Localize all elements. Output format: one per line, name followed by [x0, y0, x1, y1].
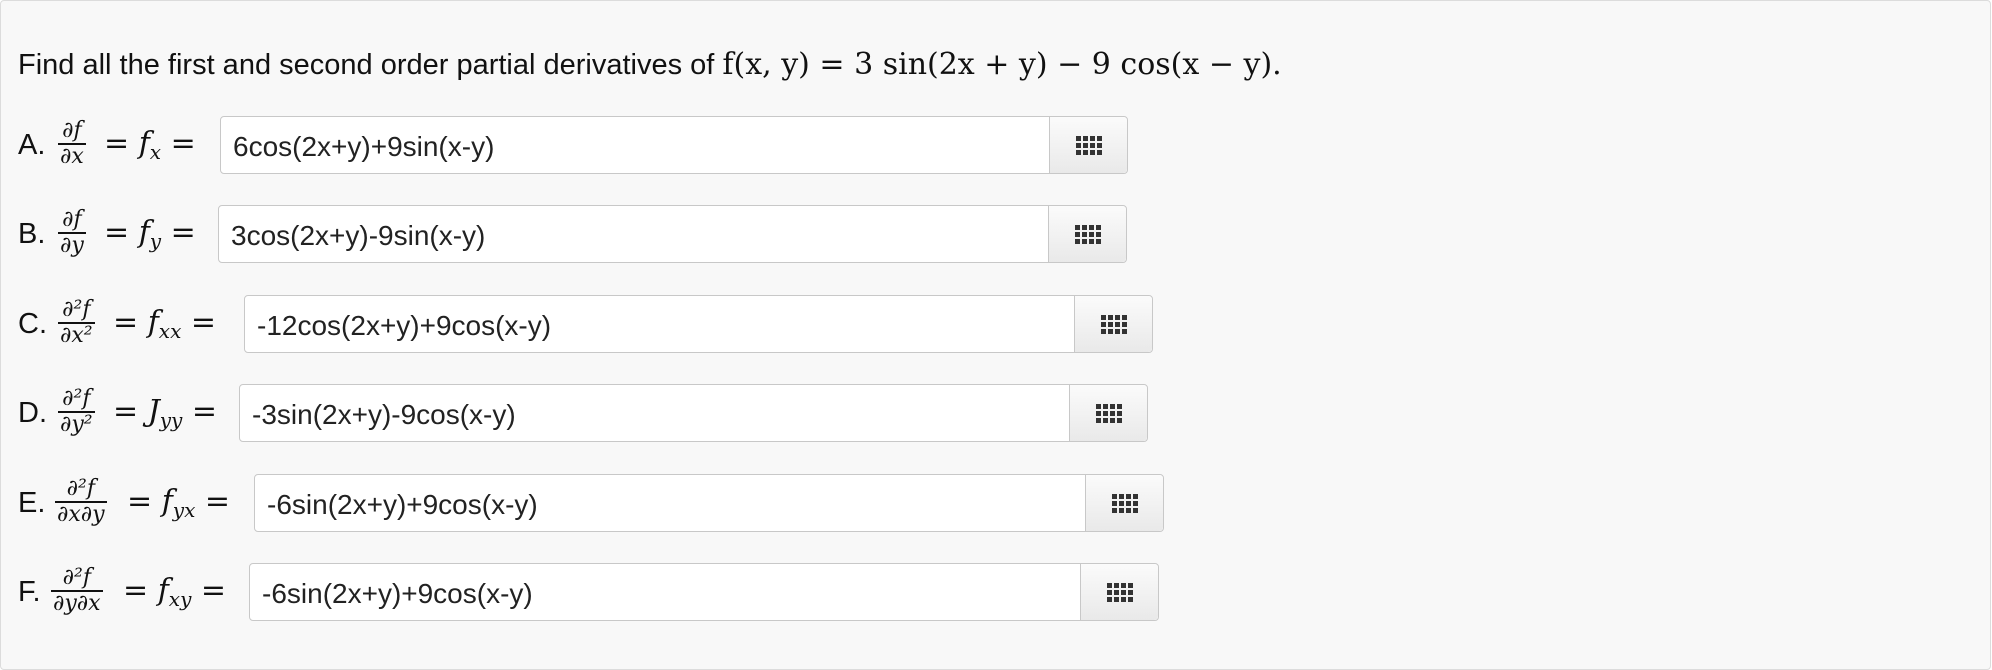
math-palette-button[interactable] — [1074, 296, 1152, 352]
partial-derivative-fraction: ∂f ∂y — [58, 208, 86, 258]
grid-icon — [1100, 314, 1127, 334]
question-text: Find all the first and second order part… — [18, 47, 1282, 82]
equals-sign: = — [113, 305, 139, 340]
derivative-notation: = fyx = — [127, 484, 230, 522]
answer-value[interactable]: -6sin(2x+y)+9cos(x-y) — [262, 578, 533, 610]
math-palette-button[interactable] — [1085, 475, 1163, 531]
part-b-row: B. ∂f ∂y = fy = 3cos(2x+y)-9sin(x-y) — [1, 205, 1201, 267]
fraction-numerator: ∂²f — [62, 297, 91, 322]
equals-sign: = — [123, 573, 149, 608]
subscript: xy — [168, 587, 192, 611]
subscript: yy — [159, 408, 183, 432]
grid-icon — [1095, 403, 1122, 423]
fraction-denominator: ∂y∂x — [51, 590, 103, 616]
subscript: xx — [158, 319, 182, 343]
fraction-numerator: ∂²f — [62, 386, 91, 411]
function-symbol: f — [138, 215, 150, 250]
fraction-numerator: ∂²f — [62, 565, 91, 590]
answer-field-e[interactable]: -6sin(2x+y)+9cos(x-y) — [254, 474, 1164, 532]
grid-icon — [1075, 135, 1102, 155]
fraction-numerator: ∂f — [62, 118, 82, 143]
equals-sign: = — [204, 484, 231, 519]
question-prefix: Find all the first and second order part… — [18, 49, 715, 81]
subscript: yx — [172, 498, 196, 522]
derivative-notation: = fx = — [104, 126, 196, 164]
fraction-denominator: ∂x∂y — [55, 501, 107, 527]
derivative-notation: = fxy = — [123, 573, 226, 611]
answer-field-f[interactable]: -6sin(2x+y)+9cos(x-y) — [249, 563, 1159, 621]
part-letter: F. — [18, 576, 41, 608]
part-f-row: F. ∂²f ∂y∂x = fxy = -6sin(2x+y)+9cos(x-y… — [1, 563, 1201, 625]
answer-value[interactable]: -12cos(2x+y)+9cos(x-y) — [257, 310, 551, 342]
answer-value[interactable]: 3cos(2x+y)-9sin(x-y) — [231, 220, 485, 252]
function-symbol: J — [147, 394, 160, 429]
fraction-numerator: ∂²f — [66, 476, 95, 501]
part-letter: C. — [18, 308, 47, 340]
math-palette-button[interactable] — [1080, 564, 1158, 620]
fraction-denominator: ∂y² — [58, 411, 95, 437]
answer-value[interactable]: -3sin(2x+y)-9cos(x-y) — [252, 399, 516, 431]
derivative-notation: = fxx = — [113, 305, 216, 343]
answer-field-d[interactable]: -3sin(2x+y)-9cos(x-y) — [239, 384, 1148, 442]
fraction-denominator: ∂x — [58, 143, 86, 169]
derivative-notation: = fy = — [104, 215, 196, 253]
equals-sign: = — [200, 573, 227, 608]
equals-sign: = — [170, 215, 196, 250]
fraction-numerator: ∂f — [62, 207, 82, 232]
function-symbol: f — [157, 573, 169, 608]
fraction-denominator: ∂x² — [58, 322, 95, 348]
part-letter: D. — [18, 397, 47, 429]
grid-icon — [1074, 224, 1101, 244]
part-letter: E. — [18, 487, 46, 519]
subscript: x — [149, 140, 162, 164]
grid-icon — [1111, 493, 1138, 513]
part-a-row: A. ∂f ∂x = fx = 6cos(2x+y)+9sin(x-y) — [1, 116, 1201, 178]
partial-derivative-fraction: ∂²f ∂y² — [58, 387, 95, 437]
equals-sign: = — [190, 305, 217, 340]
answer-value[interactable]: 6cos(2x+y)+9sin(x-y) — [233, 131, 494, 163]
grid-icon — [1106, 582, 1133, 602]
equals-sign: = — [104, 215, 130, 250]
question-panel: Find all the first and second order part… — [0, 0, 1991, 670]
math-palette-button[interactable] — [1048, 206, 1126, 262]
part-letter: A. — [18, 129, 46, 161]
math-palette-button[interactable] — [1049, 117, 1127, 173]
part-d-row: D. ∂²f ∂y² = Jyy = -3sin(2x+y)-9cos(x-y) — [1, 384, 1201, 446]
partial-derivative-fraction: ∂²f ∂y∂x — [51, 566, 103, 616]
equals-sign: = — [191, 394, 218, 429]
equals-sign: = — [127, 484, 153, 519]
part-c-row: C. ∂²f ∂x² = fxx = -12cos(2x+y)+9cos(x-y… — [1, 295, 1201, 357]
subscript: y — [149, 229, 162, 253]
math-palette-button[interactable] — [1069, 385, 1147, 441]
equals-sign: = — [104, 126, 130, 161]
fraction-denominator: ∂y — [58, 232, 86, 258]
answer-field-b[interactable]: 3cos(2x+y)-9sin(x-y) — [218, 205, 1127, 263]
part-letter: B. — [18, 218, 46, 250]
partial-derivative-fraction: ∂f ∂x — [58, 119, 86, 169]
answer-field-a[interactable]: 6cos(2x+y)+9sin(x-y) — [220, 116, 1128, 174]
partial-derivative-fraction: ∂²f ∂x∂y — [55, 477, 107, 527]
answer-value[interactable]: -6sin(2x+y)+9cos(x-y) — [267, 489, 538, 521]
answer-field-c[interactable]: -12cos(2x+y)+9cos(x-y) — [244, 295, 1153, 353]
function-symbol: f — [147, 305, 159, 340]
equals-sign: = — [113, 394, 139, 429]
function-symbol: f — [161, 484, 173, 519]
question-function: f(x, y) = 3 sin(2x + y) − 9 cos(x − y). — [722, 47, 1282, 82]
derivative-notation: = Jyy = — [113, 394, 217, 432]
partial-derivative-fraction: ∂²f ∂x² — [58, 298, 95, 348]
part-e-row: E. ∂²f ∂x∂y = fyx = -6sin(2x+y)+9cos(x-y… — [1, 474, 1201, 536]
function-symbol: f — [138, 126, 150, 161]
equals-sign: = — [170, 126, 196, 161]
